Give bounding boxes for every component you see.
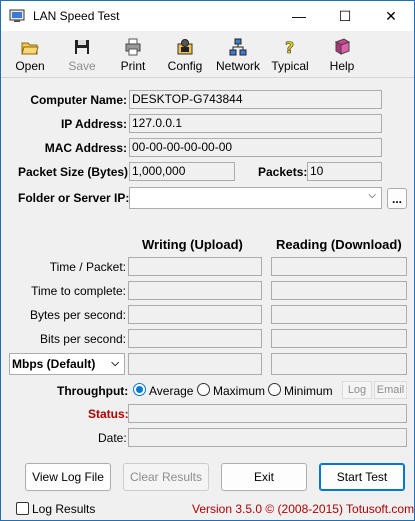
print-label: Print — [120, 59, 146, 73]
window-title: LAN Speed Test — [33, 9, 120, 23]
toolbar-separator — [1, 77, 414, 78]
maximize-button[interactable]: ☐ — [322, 1, 368, 31]
packets-field: 10 — [307, 162, 382, 181]
minimize-button[interactable]: — — [276, 1, 322, 31]
folder-open-icon — [21, 42, 39, 55]
time-to-complete-label: Time to complete: — [31, 284, 126, 298]
throughput-label: Throughput: — [57, 384, 129, 398]
toolbar: Open Save Print Config Network ? Typical… — [1, 34, 414, 76]
start-test-button[interactable]: Start Test — [319, 463, 405, 491]
folder-server-combobox[interactable]: ⌵ — [129, 187, 382, 209]
svg-text:?: ? — [285, 38, 294, 56]
time-complete-upload-field — [128, 281, 262, 300]
computer-name-field: DESKTOP-G743844 — [129, 90, 382, 109]
config-label: Config — [167, 59, 203, 73]
units-select[interactable]: Mbps (Default) ⌵ — [9, 353, 125, 375]
status-label: Status: — [88, 407, 129, 421]
writing-upload-header: Writing (Upload) — [142, 237, 243, 252]
printer-icon — [125, 38, 141, 56]
bits-sec-upload-field — [128, 329, 262, 348]
bits-sec-download-field — [271, 329, 407, 348]
title-bar: LAN Speed Test — ☐ ✕ — [1, 1, 414, 31]
average-label: Average — [149, 384, 194, 398]
bytes-per-second-label: Bytes per second: — [29, 308, 126, 322]
config-icon — [177, 39, 193, 55]
maximum-label: Maximum — [213, 384, 266, 398]
minimum-label: Minimum — [284, 384, 333, 398]
network-label: Network — [215, 59, 260, 73]
time-complete-download-field — [271, 281, 407, 300]
bytes-sec-upload-field — [128, 305, 262, 324]
typical-button[interactable]: ? Typical — [268, 34, 312, 74]
typical-label: Typical — [271, 59, 309, 73]
network-button[interactable]: Network — [213, 34, 263, 74]
chevron-down-icon: ⌵ — [111, 358, 119, 369]
packets-label: Packets: — [258, 165, 308, 179]
mac-address-label: MAC Address: — [44, 141, 127, 155]
units-upload-field — [128, 353, 262, 375]
network-icon — [229, 38, 247, 56]
app-window: LAN Speed Test — ☐ ✕ Open Save Print Con… — [0, 0, 415, 521]
app-icon — [9, 9, 25, 22]
version-text: Version 3.5.0 © (2008-2015) Totusoft.com — [192, 502, 415, 516]
time-packet-upload-field — [128, 257, 262, 276]
minimum-radio[interactable] — [268, 383, 281, 396]
bytes-sec-download-field — [271, 305, 407, 324]
clear-results-button[interactable]: Clear Results — [123, 463, 209, 491]
floppy-disk-icon — [75, 40, 89, 54]
question-mark-icon: ? — [285, 38, 295, 56]
view-log-file-button[interactable]: View Log File — [25, 463, 111, 491]
units-download-field — [271, 353, 407, 375]
help-book-icon — [334, 38, 351, 55]
close-icon: ✕ — [385, 7, 397, 24]
status-field — [128, 404, 407, 423]
close-button[interactable]: ✕ — [368, 1, 414, 31]
ip-address-label: IP Address: — [60, 117, 127, 131]
chevron-down-icon: ⌵ — [368, 190, 376, 201]
time-packet-label: Time / Packet: — [49, 260, 126, 274]
time-packet-download-field — [271, 257, 407, 276]
browse-button[interactable]: ... — [387, 188, 407, 209]
date-label: Date: — [98, 431, 127, 445]
units-select-value: Mbps (Default) — [12, 357, 96, 371]
bits-per-second-label: Bits per second: — [39, 332, 126, 346]
print-button[interactable]: Print — [112, 34, 154, 74]
folder-server-label: Folder or Server IP: — [18, 191, 130, 205]
packet-size-label: Packet Size (Bytes): — [18, 165, 133, 179]
average-radio[interactable] — [133, 383, 146, 396]
help-label: Help — [329, 59, 355, 73]
computer-name-label: Computer Name: — [30, 93, 127, 107]
save-button[interactable]: Save — [61, 34, 103, 74]
log-results-checkbox[interactable] — [16, 502, 29, 515]
reading-download-header: Reading (Download) — [276, 237, 402, 252]
date-field — [128, 428, 407, 447]
log-button[interactable]: Log — [342, 381, 372, 399]
email-button[interactable]: Email — [374, 381, 407, 399]
ip-address-field: 127.0.0.1 — [129, 114, 382, 133]
open-button[interactable]: Open — [9, 34, 51, 74]
maximum-radio[interactable] — [197, 383, 210, 396]
help-button[interactable]: Help — [323, 34, 361, 74]
mac-address-field: 00-00-00-00-00-00 — [129, 138, 382, 157]
config-button[interactable]: Config — [163, 34, 207, 74]
open-label: Open — [15, 59, 45, 73]
save-label: Save — [68, 59, 96, 73]
exit-button[interactable]: Exit — [221, 463, 307, 491]
packet-size-field: 1,000,000 — [129, 162, 235, 181]
maximize-icon: ☐ — [338, 7, 352, 24]
minimize-icon: — — [292, 8, 306, 24]
log-results-label: Log Results — [32, 502, 96, 516]
